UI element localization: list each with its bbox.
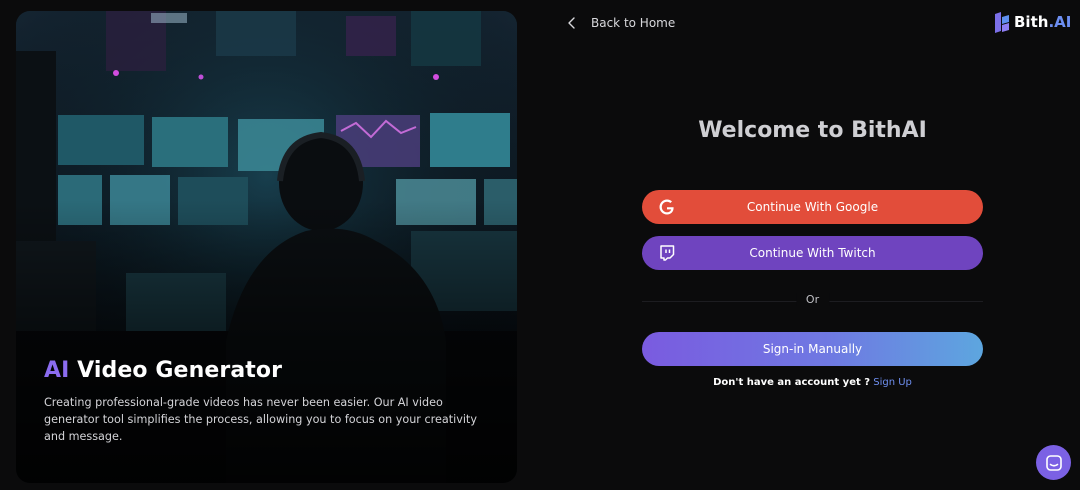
continue-with-twitch-button[interactable]: Continue With Twitch — [642, 236, 983, 270]
no-account-text: Don't have an account yet ? — [713, 377, 871, 388]
brand-name-suffix: .AI — [1048, 13, 1072, 31]
continue-with-twitch-label: Continue With Twitch — [749, 246, 876, 260]
chevron-left-icon — [568, 17, 575, 29]
hero-title-rest: Video Generator — [69, 358, 283, 383]
welcome-heading: Welcome to BithAI — [698, 118, 927, 143]
chat-icon — [1045, 454, 1062, 471]
sign-in-manually-button[interactable]: Sign-in Manually — [642, 332, 983, 366]
hero-description: Creating professional-grade videos has n… — [44, 396, 477, 443]
hero-caption: AI Video Generator Creating professional… — [44, 358, 493, 445]
chat-widget-button[interactable] — [1036, 445, 1071, 480]
or-divider: Or — [642, 293, 983, 309]
continue-with-google-label: Continue With Google — [746, 200, 879, 214]
hero-title: AI Video Generator — [44, 358, 493, 383]
brand-name-main: Bith — [1014, 13, 1049, 31]
hero-panel: AI Video Generator Creating professional… — [16, 11, 517, 483]
hero-title-accent: AI — [44, 358, 70, 383]
or-label: Or — [795, 293, 830, 306]
back-to-home-label: Back to Home — [591, 16, 676, 30]
sign-in-manually-label: Sign-in Manually — [762, 342, 863, 356]
continue-with-google-button[interactable]: Continue With Google — [642, 190, 983, 224]
brand-logo[interactable]: Bith.AI — [994, 10, 1071, 34]
login-page: AI Video Generator Creating professional… — [0, 0, 1080, 490]
sign-up-link[interactable]: Sign Up — [873, 377, 912, 388]
brand-name: Bith.AI — [1014, 13, 1071, 31]
back-to-home-link[interactable]: Back to Home — [567, 13, 675, 33]
google-icon — [659, 199, 674, 215]
twitch-icon — [660, 245, 675, 261]
bith-logo-icon — [995, 12, 1009, 33]
signup-prompt: Don't have an account yet ? Sign Up — [642, 377, 983, 388]
